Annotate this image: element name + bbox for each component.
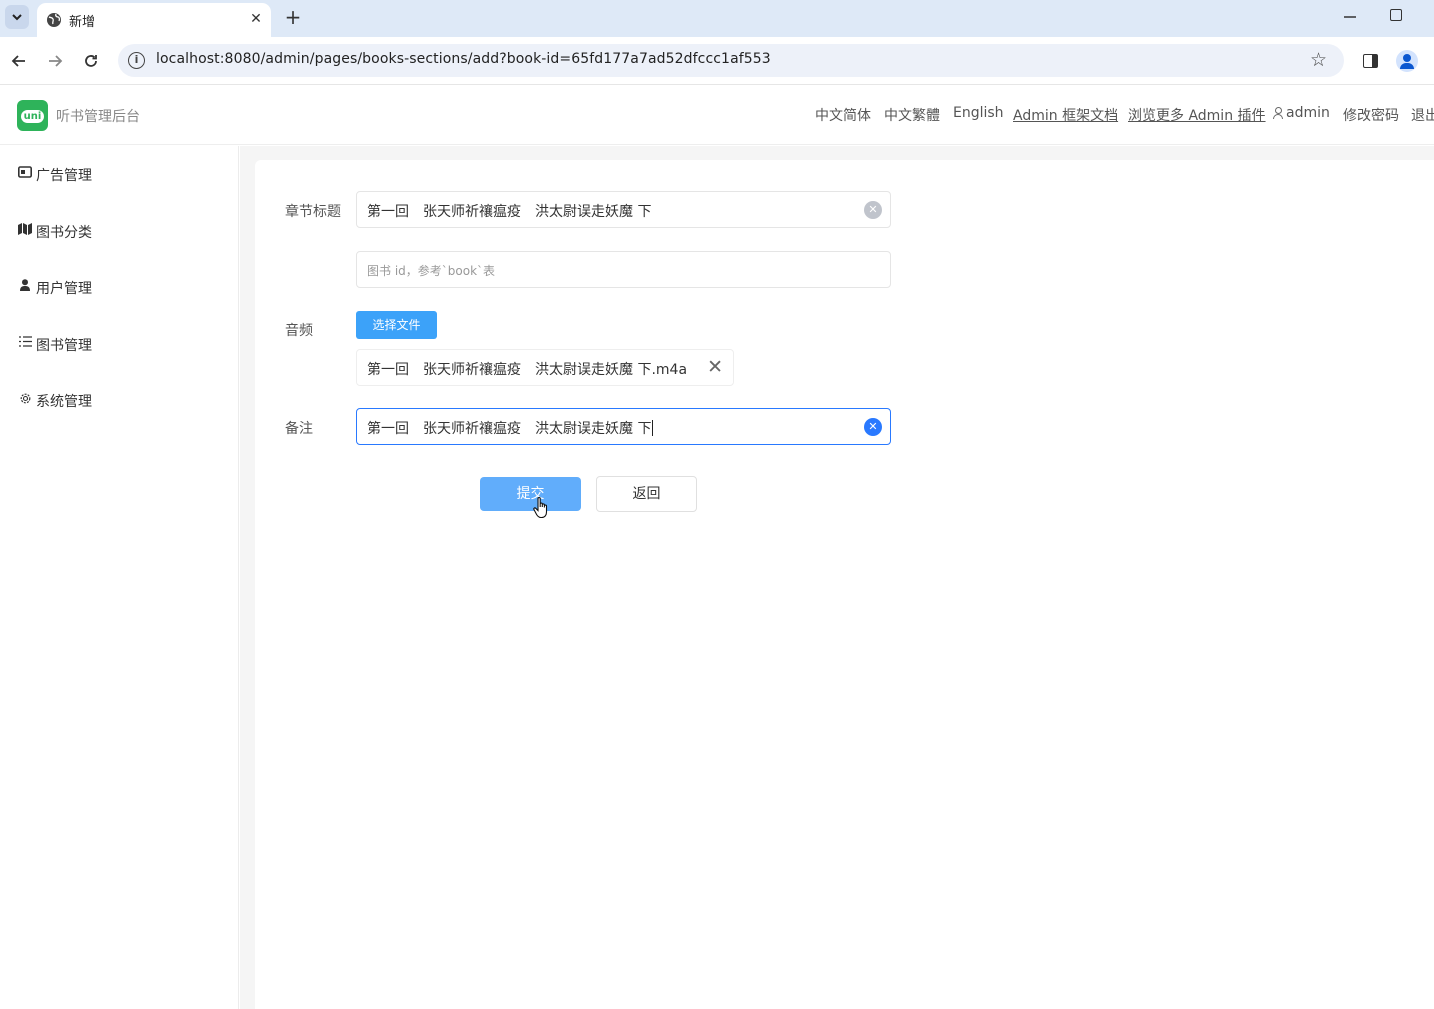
sidebar-item-book-category[interactable]: 图书分类 — [0, 203, 239, 259]
lang-zh-hant-link[interactable]: 中文繁體 — [884, 105, 940, 125]
ad-icon — [18, 166, 32, 180]
sidebar-item-users[interactable]: 用户管理 — [0, 259, 239, 315]
clear-remark-icon[interactable]: ✕ — [864, 418, 882, 436]
user-icon — [1273, 107, 1283, 119]
chevron-down-icon — [12, 13, 22, 20]
hand-cursor-icon — [533, 497, 548, 519]
user-menu[interactable]: admin — [1273, 105, 1330, 121]
user-name: admin — [1286, 105, 1330, 121]
section-title-label: 章节标题 — [285, 204, 341, 220]
reload-icon[interactable] — [80, 50, 102, 72]
profile-avatar-icon[interactable] — [1396, 50, 1418, 72]
uploaded-file-name: 第一回 张天师祈禳瘟疫 洪太尉误走妖魔 下.m4a — [367, 362, 688, 378]
app-title: 听书管理后台 — [56, 109, 140, 125]
lang-zh-hans-link[interactable]: 中文简体 — [815, 105, 871, 125]
maximize-icon[interactable] — [1390, 9, 1402, 21]
side-panel-icon[interactable] — [1363, 54, 1378, 68]
submit-button[interactable]: 提交 — [480, 477, 581, 511]
site-info-icon[interactable]: i — [128, 52, 145, 69]
remark-input[interactable]: 第一回 张天师祈禳瘟疫 洪太尉误走妖魔 下 ✕ — [356, 408, 891, 445]
section-title-value: 第一回 张天师祈禳瘟疫 洪太尉误走妖魔 下 — [367, 204, 652, 220]
sidebar-item-ads[interactable]: 广告管理 — [0, 146, 239, 202]
bookmark-star-icon[interactable]: ☆ — [1310, 49, 1327, 71]
book-id-placeholder: 图书 id，参考`book`表 — [367, 264, 496, 278]
choose-file-button[interactable]: 选择文件 — [356, 311, 437, 339]
list-icon — [18, 336, 32, 350]
globe-icon — [47, 13, 61, 27]
forward-icon[interactable] — [44, 50, 66, 72]
clear-title-icon[interactable]: ✕ — [864, 201, 882, 219]
audio-label: 音频 — [285, 323, 313, 339]
section-title-input[interactable]: 第一回 张天师祈禳瘟疫 洪太尉误走妖魔 下 ✕ — [356, 191, 891, 228]
back-button[interactable]: 返回 — [596, 476, 697, 512]
logout-link[interactable]: 退出 — [1411, 105, 1434, 125]
text-caret — [652, 420, 654, 436]
app-header: uni 听书管理后台 中文简体 中文繁體 English Admin 框架文档 … — [0, 85, 1434, 145]
close-tab-icon[interactable]: ✕ — [247, 10, 265, 28]
uploaded-file-item: 第一回 张天师祈禳瘟疫 洪太尉误走妖魔 下.m4a ✕ — [356, 349, 734, 386]
back-icon[interactable] — [8, 50, 30, 72]
remark-value: 第一回 张天师祈禳瘟疫 洪太尉误走妖魔 下 — [367, 420, 654, 437]
sidebar: 广告管理 图书分类 用户管理 图书管理 系统管理 — [0, 146, 239, 1009]
new-tab-button[interactable]: + — [283, 6, 303, 28]
admin-plugins-link[interactable]: 浏览更多 Admin 插件 — [1128, 105, 1266, 125]
map-icon — [18, 223, 32, 237]
book-id-input[interactable]: 图书 id，参考`book`表 — [356, 251, 891, 288]
admin-docs-link[interactable]: Admin 框架文档 — [1013, 105, 1118, 125]
app-logo: uni — [17, 100, 48, 131]
browser-tab[interactable]: 新增 ✕ — [37, 3, 271, 37]
gear-icon — [18, 392, 32, 406]
sidebar-item-system[interactable]: 系统管理 — [0, 372, 239, 428]
tab-title: 新增 — [69, 15, 96, 30]
change-password-link[interactable]: 修改密码 — [1343, 105, 1399, 125]
url-text: localhost:8080/admin/pages/books-section… — [156, 51, 771, 67]
lang-english-link[interactable]: English — [953, 105, 1004, 121]
browser-toolbar: i localhost:8080/admin/pages/books-secti… — [0, 37, 1434, 85]
remark-label: 备注 — [285, 421, 313, 437]
tab-search-button[interactable] — [5, 5, 29, 29]
user-icon — [18, 279, 32, 293]
browser-tab-bar: 新增 ✕ + — [0, 0, 1434, 37]
sidebar-item-books[interactable]: 图书管理 — [0, 316, 239, 372]
address-bar[interactable]: i localhost:8080/admin/pages/books-secti… — [118, 44, 1344, 77]
minimize-icon[interactable] — [1343, 6, 1357, 26]
remove-file-icon[interactable]: ✕ — [707, 357, 723, 377]
